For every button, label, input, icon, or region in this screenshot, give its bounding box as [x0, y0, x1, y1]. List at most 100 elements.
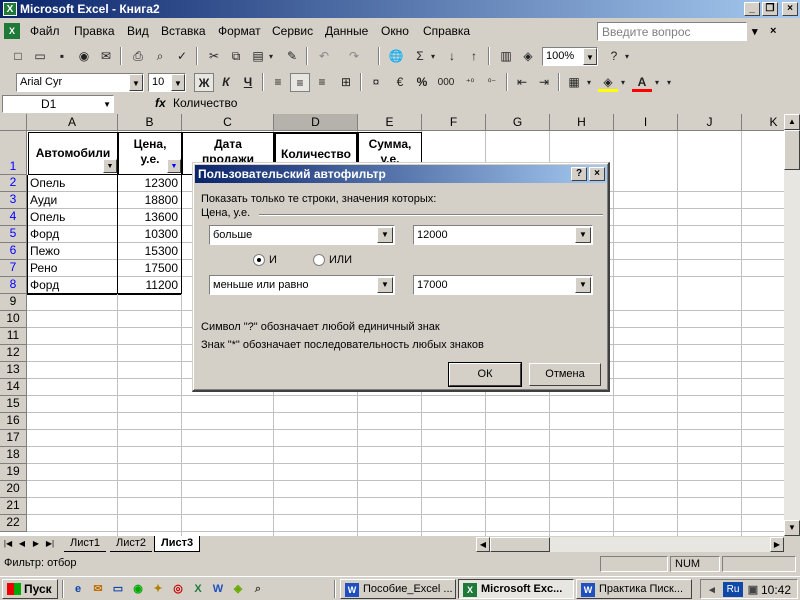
dialog-title-bar[interactable]: Пользовательский автофильтр ? × — [195, 165, 607, 183]
row-header[interactable]: 22 — [0, 515, 27, 532]
scroll-thumb[interactable] — [784, 130, 800, 170]
row-header[interactable]: 16 — [0, 413, 27, 430]
cell-price[interactable]: 15300 — [120, 244, 178, 258]
chart-wizard-icon[interactable]: ▥ — [496, 47, 516, 66]
row-header[interactable]: 17 — [0, 430, 27, 447]
italic-button[interactable]: К — [216, 73, 236, 92]
filter-dropdown-icon[interactable]: ▼ — [103, 159, 117, 173]
prev-sheet-icon[interactable]: ◀ — [16, 537, 28, 551]
font-name-select[interactable]: Arial Cyr ▼ — [16, 73, 144, 92]
sort-ascending-icon[interactable]: ↓ — [442, 47, 462, 66]
menu-edit[interactable]: Правка — [74, 24, 115, 38]
paste-dropdown-icon[interactable]: ▾ — [266, 47, 276, 66]
insert-function-icon[interactable]: fx — [155, 96, 166, 110]
merge-center-icon[interactable]: ⊞ — [336, 73, 356, 92]
title-bar[interactable]: X Microsoft Excel - Книга2 _ ❐ × — [0, 0, 800, 18]
ok-button[interactable]: ОК — [448, 362, 522, 387]
last-sheet-icon[interactable]: ▶| — [44, 537, 56, 551]
row-header[interactable]: 5 — [0, 226, 27, 243]
condition1-value-input[interactable]: 12000 ▼ — [413, 225, 593, 245]
cell-price[interactable]: 12300 — [120, 176, 178, 190]
redo-icon[interactable]: ↷ — [344, 47, 364, 66]
cell-price[interactable]: 13600 — [120, 210, 178, 224]
menu-tools[interactable]: Сервис — [272, 24, 313, 38]
drawing-icon[interactable]: ◈ — [518, 47, 538, 66]
dialog-close-button[interactable]: × — [589, 167, 605, 181]
minimize-button[interactable]: _ — [744, 2, 760, 16]
first-sheet-icon[interactable]: |◀ — [2, 537, 14, 551]
font-size-select[interactable]: 10 ▼ — [148, 73, 186, 92]
menu-insert[interactable]: Вставка — [161, 24, 206, 38]
row-header[interactable]: 4 — [0, 209, 27, 226]
increase-decimal-icon[interactable]: ⁺⁰ — [460, 73, 480, 92]
app-quick-icon[interactable]: ◈ — [230, 581, 246, 597]
row-header[interactable]: 7 — [0, 260, 27, 277]
column-header[interactable]: E — [358, 114, 422, 131]
next-sheet-icon[interactable]: ▶ — [30, 537, 42, 551]
column-header[interactable]: B — [118, 114, 182, 131]
undo-icon[interactable]: ↶ — [314, 47, 334, 66]
vertical-scrollbar[interactable]: ▲ ▼ — [784, 114, 800, 536]
network-icon[interactable]: ▣ — [745, 582, 761, 598]
word-quick-icon[interactable]: W — [210, 581, 226, 597]
cell-car[interactable]: Форд — [30, 227, 116, 241]
increase-indent-icon[interactable]: ⇥ — [534, 73, 554, 92]
menu-format[interactable]: Формат — [218, 24, 261, 38]
sheet-tab-list3[interactable]: Лист3 — [154, 536, 201, 552]
cancel-button[interactable]: Отмена — [529, 363, 601, 386]
task-excel[interactable]: X Microsoft Exc... — [458, 579, 574, 599]
chevron-down-icon[interactable]: ▼ — [575, 227, 591, 243]
restore-button[interactable]: ❐ — [762, 2, 778, 16]
row-header[interactable]: 18 — [0, 447, 27, 464]
cell-price[interactable]: 10300 — [120, 227, 178, 241]
internet-explorer-icon[interactable]: e — [70, 581, 86, 597]
decrease-indent-icon[interactable]: ⇤ — [512, 73, 532, 92]
hyperlink-icon[interactable]: 🌐 — [386, 47, 406, 66]
row-header[interactable]: 14 — [0, 379, 27, 396]
chevron-down-icon[interactable]: ▼ — [575, 277, 591, 293]
scroll-left-icon[interactable]: ◀ — [476, 537, 490, 552]
email-icon[interactable]: ✉ — [96, 47, 116, 66]
doc-dropdown-icon[interactable]: ▾ — [752, 25, 758, 38]
autosum-dropdown-icon[interactable]: ▾ — [428, 47, 438, 66]
cell-price[interactable]: 11200 — [120, 278, 178, 292]
sheet-tab-list2[interactable]: Лист2 — [110, 536, 153, 552]
copy-icon[interactable]: ⧉ — [226, 47, 246, 66]
cut-icon[interactable]: ✂ — [204, 47, 224, 66]
new-icon[interactable]: □ — [8, 47, 28, 66]
row-header[interactable]: 13 — [0, 362, 27, 379]
excel-quick-icon[interactable]: X — [190, 581, 206, 597]
align-right-icon[interactable]: ≡ — [312, 73, 332, 92]
cell-price[interactable]: 17500 — [120, 261, 178, 275]
app-launcher-icon[interactable]: ✦ — [150, 581, 166, 597]
permission-icon[interactable]: ◉ — [74, 47, 94, 66]
start-button[interactable]: Пуск — [2, 579, 58, 599]
row-header[interactable]: 19 — [0, 464, 27, 481]
name-box[interactable]: D1 ▼ — [2, 95, 114, 113]
scroll-down-icon[interactable]: ▼ — [784, 520, 800, 536]
column-header[interactable]: C — [182, 114, 274, 131]
print-preview-icon[interactable]: ⌕ — [150, 47, 170, 66]
toolbar-options-icon[interactable]: ▾ — [622, 47, 632, 66]
condition1-operator-select[interactable]: больше ▼ — [209, 225, 395, 245]
print-icon[interactable]: ⎙ — [128, 47, 148, 66]
open-icon[interactable]: ▭ — [30, 47, 50, 66]
column-header[interactable]: G — [486, 114, 550, 131]
close-button[interactable]: × — [782, 2, 798, 16]
cell-car[interactable]: Форд — [30, 278, 116, 292]
fill-color-icon[interactable]: ◈ — [598, 73, 618, 92]
borders-dropdown-icon[interactable]: ▾ — [584, 73, 594, 92]
column-header[interactable]: I — [614, 114, 678, 131]
menu-file[interactable]: Файл — [30, 24, 60, 38]
row-header[interactable]: 2 — [0, 175, 27, 192]
row-header[interactable]: 6 — [0, 243, 27, 260]
show-desktop-icon[interactable]: ▭ — [110, 581, 126, 597]
align-left-icon[interactable]: ≡ — [268, 73, 288, 92]
clock[interactable]: 10:42 — [761, 583, 791, 597]
chevron-down-icon[interactable]: ▼ — [377, 277, 393, 293]
column-header[interactable]: H — [550, 114, 614, 131]
menu-data[interactable]: Данные — [325, 24, 368, 38]
workbook-icon[interactable]: X — [4, 23, 20, 39]
condition2-value-input[interactable]: 17000 ▼ — [413, 275, 593, 295]
scroll-right-icon[interactable]: ▶ — [770, 537, 784, 552]
